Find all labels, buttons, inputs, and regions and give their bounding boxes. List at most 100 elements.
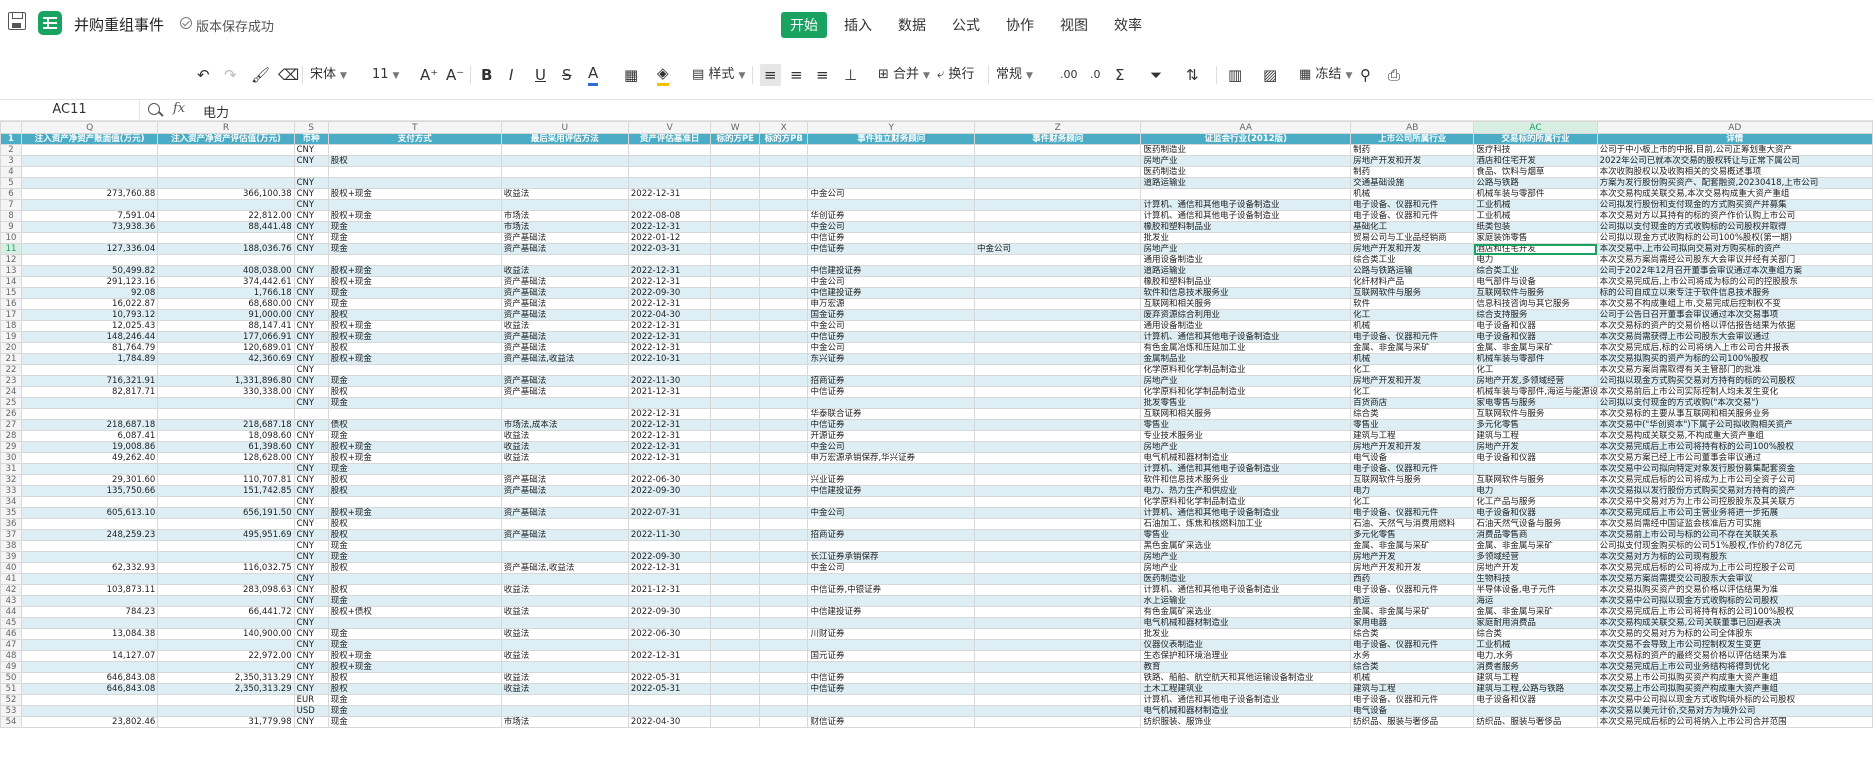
grid-cell[interactable]: 股权+现金 — [327, 320, 502, 332]
grid-cell[interactable]: 218,687.18 — [157, 419, 295, 431]
grid-cell[interactable] — [807, 166, 975, 178]
grid-cell[interactable] — [758, 276, 809, 288]
grid-cell[interactable] — [758, 683, 809, 695]
grid-cell[interactable] — [807, 254, 975, 266]
grid-cell[interactable]: 计算机、通信和其他电子设备制造业 — [1140, 463, 1352, 475]
grid-cell[interactable] — [500, 540, 629, 552]
column-header-cell[interactable]: 事件财务顾问 — [973, 133, 1142, 145]
column-letter[interactable]: R — [157, 121, 295, 134]
grid-cell[interactable]: 综合类 — [1473, 628, 1598, 640]
grid-cell[interactable] — [157, 694, 295, 706]
grid-cell[interactable]: 计算机、通信和其他电子设备制造业 — [1140, 210, 1352, 222]
grid-cell[interactable]: 食品、饮料与烟草 — [1473, 166, 1598, 178]
grid-cell[interactable] — [20, 155, 159, 167]
grid-cell[interactable]: 本次交易构成关联交易,本次交易构成重大资产重组 — [1596, 188, 1873, 200]
grid-cell[interactable]: 现金 — [327, 463, 502, 475]
grid-cell[interactable] — [710, 298, 760, 310]
grid-cell[interactable] — [758, 144, 809, 156]
grid-cell[interactable] — [157, 166, 295, 178]
grid-cell[interactable]: 水务 — [1350, 650, 1475, 662]
grid-cell[interactable]: 软件 — [1350, 298, 1475, 310]
column-letter[interactable]: X — [758, 121, 809, 134]
grid-cell[interactable]: CNY — [293, 617, 329, 629]
grid-cell[interactable]: 现金 — [327, 298, 502, 310]
grid-cell[interactable]: 房地产业 — [1140, 562, 1352, 574]
grid-cell[interactable] — [710, 595, 760, 607]
grid-cell[interactable]: 135,750.66 — [20, 485, 159, 497]
grid-cell[interactable]: 2022-12-31 — [627, 276, 712, 288]
grid-cell[interactable]: 2022-12-31 — [627, 342, 712, 354]
row-number[interactable]: 38 — [0, 540, 22, 552]
row-number[interactable]: 3 — [0, 155, 22, 167]
grid-cell[interactable]: 招商证券 — [807, 529, 975, 541]
column-letter[interactable]: V — [627, 121, 712, 134]
grid-cell[interactable]: 互联网软件与服务 — [1350, 287, 1475, 299]
grid-cell[interactable]: 16,022.87 — [20, 298, 159, 310]
grid-cell[interactable]: 贸易公司与工业品经销商 — [1350, 232, 1475, 244]
grid-cell[interactable] — [327, 199, 502, 211]
grid-cell[interactable] — [758, 639, 809, 651]
grid-cell[interactable] — [758, 584, 809, 596]
row-number[interactable]: 45 — [0, 617, 22, 629]
grid-cell[interactable] — [710, 243, 760, 255]
grid-cell[interactable]: 2021-12-31 — [627, 386, 712, 398]
grid-cell[interactable] — [973, 628, 1142, 640]
grid-cell[interactable]: 本次交易方案已经上市公司董事会审议通过 — [1596, 452, 1873, 464]
grid-cell[interactable] — [20, 617, 159, 629]
grid-cell[interactable]: 本次交易对方以其持有的标的资产作价认购上市公司 — [1596, 210, 1873, 222]
grid-cell[interactable] — [973, 617, 1142, 629]
grid-cell[interactable]: 电子设备、仪器和元件 — [1350, 507, 1475, 519]
grid-cell[interactable]: CNY — [293, 155, 329, 167]
grid-cell[interactable] — [627, 155, 712, 167]
grid-cell[interactable] — [973, 276, 1142, 288]
grid-cell[interactable] — [327, 573, 502, 585]
grid-cell[interactable] — [500, 617, 629, 629]
grid-cell[interactable]: 605,613.10 — [20, 507, 159, 519]
grid-cell[interactable]: CNY — [293, 573, 329, 585]
grid-cell[interactable]: 本次交易上市公司拟购买资产构成重大资产重组 — [1596, 672, 1873, 684]
grid-cell[interactable]: 纺织品、服装与奢侈品 — [1473, 716, 1598, 728]
grid-cell[interactable] — [758, 452, 809, 464]
grid-cell[interactable] — [758, 661, 809, 673]
column-header-cell[interactable]: 资产评估基准日 — [627, 133, 712, 145]
grid-cell[interactable] — [973, 265, 1142, 277]
grid-cell[interactable]: 2022-03-31 — [627, 243, 712, 255]
grid-cell[interactable] — [973, 144, 1142, 156]
grid-cell[interactable]: 资产基础法 — [500, 243, 629, 255]
grid-cell[interactable]: CNY — [293, 276, 329, 288]
row-number[interactable]: 37 — [0, 529, 22, 541]
grid-cell[interactable] — [807, 573, 975, 585]
row-number[interactable]: 18 — [0, 320, 22, 332]
grid-cell[interactable]: 房地产开发和开发 — [1350, 243, 1475, 255]
grid-cell[interactable] — [20, 144, 159, 156]
grid-cell[interactable]: CNY — [293, 144, 329, 156]
grid-cell[interactable]: 330,338.00 — [157, 386, 295, 398]
grid-cell[interactable] — [157, 232, 295, 244]
grid-cell[interactable]: 建筑与工程 — [1350, 430, 1475, 442]
grid-cell[interactable] — [973, 221, 1142, 233]
grid-cell[interactable] — [627, 496, 712, 508]
grid-cell[interactable]: 2022-12-31 — [627, 408, 712, 420]
grid-cell[interactable] — [973, 430, 1142, 442]
grid-cell[interactable]: 88,441.48 — [157, 221, 295, 233]
grid-cell[interactable]: CNY — [293, 540, 329, 552]
grid-cell[interactable] — [807, 661, 975, 673]
increase-font-icon[interactable]: A⁺ — [420, 64, 438, 86]
grid-cell[interactable] — [758, 408, 809, 420]
grid-cell[interactable] — [758, 441, 809, 453]
grid-cell[interactable] — [758, 529, 809, 541]
grid-cell[interactable] — [758, 375, 809, 387]
grid-cell[interactable]: 电子设备和仪器 — [1473, 694, 1598, 706]
grid-cell[interactable]: 电气设备 — [1350, 452, 1475, 464]
grid-cell[interactable]: 资产基础法 — [500, 474, 629, 486]
row-number[interactable]: 29 — [0, 441, 22, 453]
grid-cell[interactable]: 本次交易拟以发行股份方式购买交易对方持有的资产 — [1596, 485, 1873, 497]
grid-cell[interactable]: 2022-11-30 — [627, 529, 712, 541]
grid-cell[interactable]: 资产基础法 — [500, 331, 629, 343]
grid-cell[interactable]: 房地产开发,多领域经营 — [1473, 375, 1598, 387]
grid-cell[interactable]: 化工 — [1473, 364, 1598, 376]
grid-cell[interactable]: 2022-09-30 — [627, 551, 712, 563]
column-header-cell[interactable]: 上市公司所属行业 — [1350, 133, 1475, 145]
grid-cell[interactable]: 中金公司 — [807, 342, 975, 354]
grid-cell[interactable]: 现金 — [327, 232, 502, 244]
